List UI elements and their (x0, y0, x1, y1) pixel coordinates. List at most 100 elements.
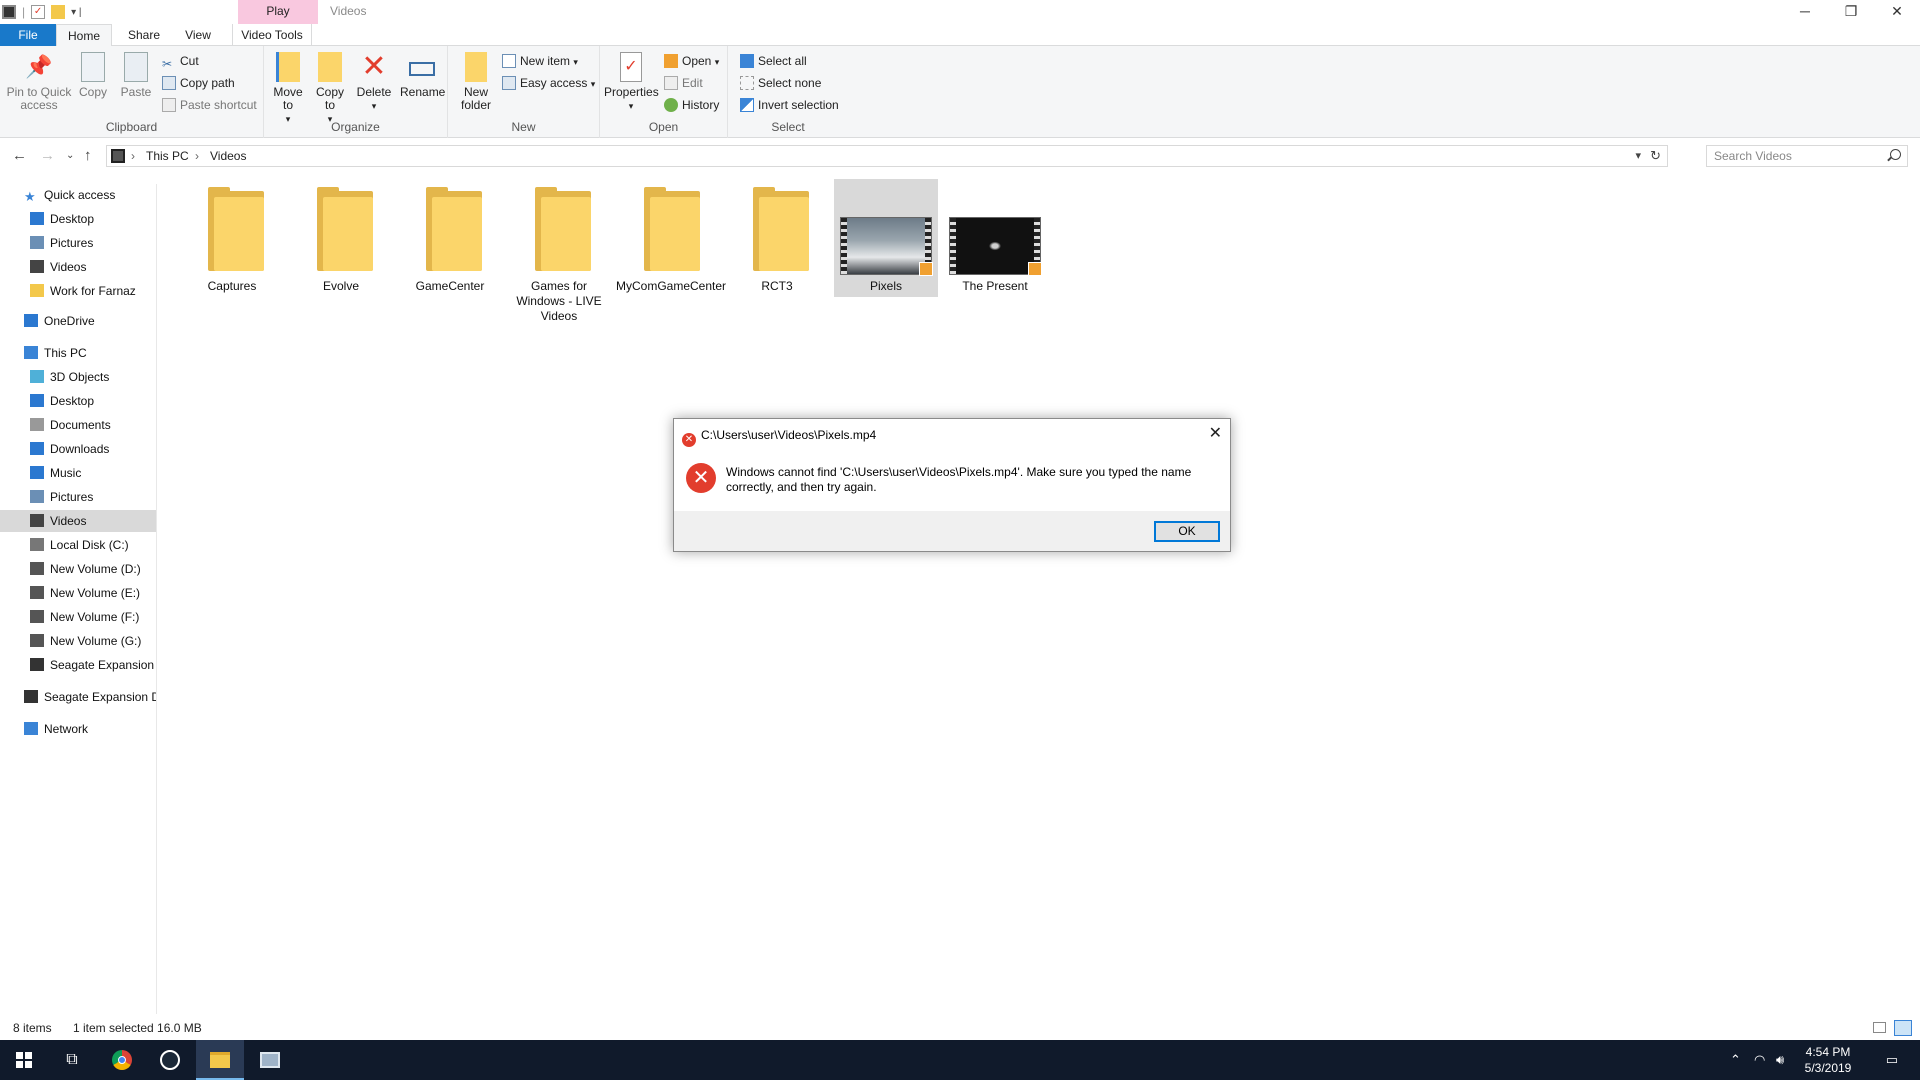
details-view-icon[interactable] (1873, 1022, 1886, 1033)
folder-item[interactable]: MyComGameCenter (616, 179, 726, 297)
system-tray: ⌃ ◠ 🔊︎ 4:54 PM 5/3/2019 ▭ (1720, 1040, 1920, 1080)
status-bar: 8 items 1 item selected 16.0 MB (0, 1016, 1920, 1040)
folder-item[interactable]: Evolve (289, 179, 393, 297)
nav-item[interactable]: 3D Objects (0, 366, 156, 388)
address-dropdown-icon[interactable]: ▾ (1635, 149, 1641, 162)
nav-item[interactable]: New Volume (F:) (0, 606, 156, 628)
app-taskbar-button[interactable] (246, 1040, 294, 1080)
nav-item[interactable]: Videos (0, 510, 156, 532)
tab-view[interactable]: View (172, 24, 224, 46)
paste-shortcut-button[interactable]: Paste shortcut (162, 96, 257, 114)
ok-button[interactable]: OK (1154, 521, 1220, 542)
history-button[interactable]: History (664, 96, 719, 114)
nav-item[interactable]: New Volume (E:) (0, 582, 156, 604)
nav-item[interactable]: Pictures (0, 232, 156, 254)
address-bar[interactable]: › This PC › Videos ▾ ↻ (106, 145, 1668, 167)
paste-button[interactable]: Paste (118, 52, 154, 99)
video-file-item[interactable]: Pixels (834, 179, 938, 297)
nav-item[interactable]: Local Disk (C:) (0, 534, 156, 556)
move-to-button[interactable]: Move to ▾ (270, 52, 306, 126)
show-hidden-icons-chevron-icon[interactable]: ⌃ (1730, 1052, 1741, 1068)
easy-access-button[interactable]: Easy access ▾ (502, 74, 595, 92)
nav-item[interactable]: New Volume (D:) (0, 558, 156, 580)
wifi-icon[interactable]: ◠ (1754, 1052, 1765, 1068)
nav-item-label: Quick access (44, 188, 116, 202)
nav-item[interactable]: Seagate Expansion D (0, 654, 156, 676)
invert-selection-button[interactable]: Invert selection (740, 96, 839, 114)
minimize-button[interactable]: ─ (1782, 0, 1828, 24)
video-file-item[interactable]: The Present (943, 179, 1047, 297)
close-window-button[interactable]: ✕ (1874, 0, 1920, 24)
nav-item[interactable]: This PC (0, 342, 156, 364)
volume-icon[interactable]: 🔊︎ (1776, 1052, 1784, 1068)
new-folder-qat-icon[interactable] (51, 5, 66, 19)
nav-item[interactable]: OneDrive (0, 310, 156, 332)
nav-item[interactable]: New Volume (G:) (0, 630, 156, 652)
start-button[interactable] (0, 1040, 48, 1080)
dialog-close-button[interactable]: ✕ (1209, 423, 1222, 443)
nav-item[interactable]: Pictures (0, 486, 156, 508)
restore-button[interactable]: ❐ (1828, 0, 1874, 24)
folder-item[interactable]: RCT3 (725, 179, 829, 297)
forward-arrow-icon[interactable]: → (40, 147, 55, 164)
nav-item[interactable]: Downloads (0, 438, 156, 460)
nav-item[interactable]: Desktop (0, 390, 156, 412)
clock[interactable]: 4:54 PM 5/3/2019 (1798, 1044, 1858, 1076)
nav-item[interactable]: Documents (0, 414, 156, 436)
action-center-icon[interactable]: ▭ (1886, 1052, 1898, 1068)
properties-button[interactable]: ✓ Properties ▾ (604, 52, 659, 113)
up-arrow-icon[interactable]: ↑ (84, 147, 92, 164)
nav-item[interactable]: Music (0, 462, 156, 484)
folder-item[interactable]: GameCenter (398, 179, 502, 297)
nav-item[interactable]: Seagate Expansion Dr (0, 686, 156, 708)
nav-item-label: Network (44, 722, 89, 736)
refresh-icon[interactable]: ↻ (1650, 148, 1661, 164)
folder-item[interactable]: Games for Windows - LIVE Videos (507, 179, 611, 323)
nav-item[interactable]: ★ Quick access (0, 184, 156, 206)
large-icons-view-icon[interactable] (1894, 1020, 1912, 1036)
steam-taskbar-button[interactable] (146, 1040, 194, 1080)
tab-home[interactable]: Home (56, 24, 112, 47)
rename-button[interactable]: Rename (400, 52, 445, 99)
tab-share[interactable]: Share (116, 24, 172, 46)
select-all-button[interactable]: Select all (740, 52, 807, 70)
tab-file[interactable]: File (0, 24, 56, 46)
copy-to-button[interactable]: Copy to ▾ (312, 52, 348, 126)
chevron-down-icon: ▾ (628, 101, 634, 111)
properties-qat-icon[interactable]: ✓ (31, 5, 46, 19)
edit-button[interactable]: Edit (664, 74, 703, 92)
breadcrumb-this-pc[interactable]: This PC (146, 149, 189, 163)
breadcrumb-separator: › (195, 149, 199, 163)
delete-x-icon: ✕ (361, 50, 387, 83)
chrome-taskbar-button[interactable] (98, 1040, 146, 1080)
customize-qat-icon[interactable]: ▾ | (71, 7, 81, 18)
cut-button[interactable]: ✂ Cut (162, 52, 199, 71)
copy-button[interactable]: Copy (76, 52, 110, 99)
delete-button[interactable]: ✕ Delete ▾ (356, 52, 392, 113)
new-folder-button[interactable]: New folder (456, 52, 496, 112)
dialog-title: C:\Users\user\Videos\Pixels.mp4 (701, 428, 877, 442)
task-view-button[interactable]: ⧉ (48, 1040, 96, 1080)
tab-video-tools[interactable]: Video Tools (232, 24, 312, 46)
cube-icon (30, 370, 44, 383)
select-none-button[interactable]: Select none (740, 74, 821, 92)
open-button[interactable]: Open ▾ (664, 52, 719, 70)
recent-locations-chevron-icon[interactable]: ⌄ (66, 150, 74, 161)
folder-item[interactable]: Captures (180, 179, 284, 297)
search-input[interactable]: Search Videos (1706, 145, 1908, 167)
breadcrumb-videos[interactable]: Videos (210, 149, 246, 163)
nav-item[interactable]: Desktop (0, 208, 156, 230)
nav-item[interactable]: Videos (0, 256, 156, 278)
new-item-button[interactable]: New item ▾ (502, 52, 578, 70)
back-arrow-icon[interactable]: ← (12, 147, 27, 164)
nav-item[interactable]: Work for Farnaz (0, 280, 156, 302)
pin-quick-access-button[interactable]: 📌 Pin to Quick access (4, 52, 74, 112)
search-icon (1890, 149, 1901, 160)
file-explorer-taskbar-button[interactable] (196, 1040, 244, 1080)
nav-item-label: Desktop (50, 394, 95, 408)
file-name: Pixels (869, 279, 902, 293)
search-placeholder: Search Videos (1714, 149, 1792, 163)
external-drive-icon (24, 690, 38, 703)
copy-path-button[interactable]: Copy path (162, 74, 235, 92)
nav-item[interactable]: Network (0, 718, 156, 740)
